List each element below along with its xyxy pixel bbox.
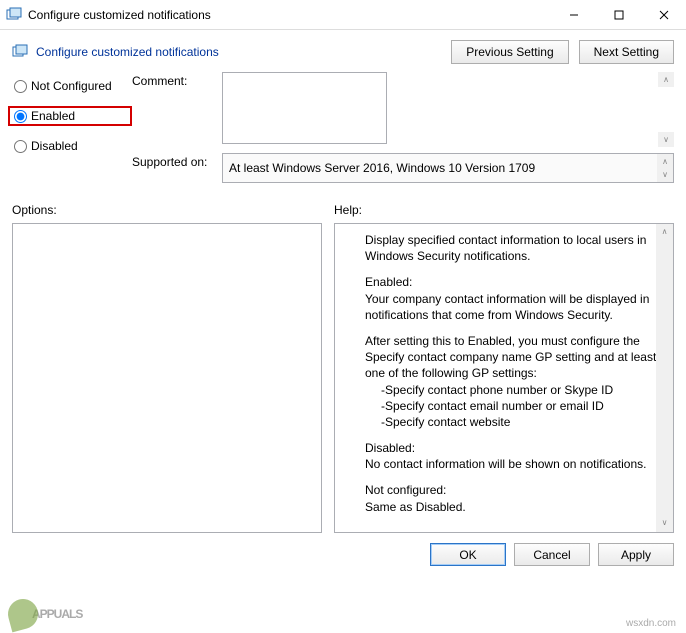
supported-label: Supported on: <box>132 153 212 169</box>
setting-header: Configure customized notifications Previ… <box>0 30 686 72</box>
radio-enabled[interactable]: Enabled <box>8 106 132 126</box>
scroll-up-icon[interactable]: ∧ <box>658 72 674 87</box>
help-disabled-title: Disabled: <box>345 440 663 456</box>
radio-not-configured-input[interactable] <box>14 80 27 93</box>
state-radio-group: Not Configured Enabled Disabled <box>12 72 132 166</box>
setting-title: Configure customized notifications <box>36 45 441 59</box>
scroll-up-icon[interactable]: ∧ <box>656 224 673 241</box>
help-enabled-text: Your company contact information will be… <box>345 291 663 323</box>
comment-label: Comment: <box>132 72 212 88</box>
titlebar: Configure customized notifications <box>0 0 686 30</box>
help-intro: Display specified contact information to… <box>345 232 663 264</box>
radio-disabled-label: Disabled <box>31 139 78 153</box>
help-setting-email: -Specify contact email number or email I… <box>345 398 663 414</box>
radio-disabled-input[interactable] <box>14 140 27 153</box>
radio-enabled-input[interactable] <box>14 110 27 123</box>
apply-button[interactable]: Apply <box>598 543 674 566</box>
comment-input[interactable] <box>222 72 387 144</box>
scroll-down-icon[interactable]: ∨ <box>657 167 673 182</box>
cancel-button[interactable]: Cancel <box>514 543 590 566</box>
scroll-down-icon[interactable]: ∨ <box>658 132 674 147</box>
radio-enabled-label: Enabled <box>31 109 75 123</box>
maximize-button[interactable] <box>596 0 641 30</box>
options-panel <box>12 223 322 533</box>
minimize-button[interactable] <box>551 0 596 30</box>
radio-not-configured[interactable]: Not Configured <box>12 76 132 96</box>
app-icon <box>6 7 22 23</box>
help-notconfigured-title: Not configured: <box>345 482 663 498</box>
help-setting-website: -Specify contact website <box>345 414 663 430</box>
radio-disabled[interactable]: Disabled <box>12 136 132 156</box>
ok-button[interactable]: OK <box>430 543 506 566</box>
next-setting-button[interactable]: Next Setting <box>579 40 674 64</box>
help-scrollbar[interactable]: ∧ ∨ <box>656 224 673 532</box>
help-enabled-title: Enabled: <box>345 274 663 290</box>
help-panel: Display specified contact information to… <box>334 223 674 533</box>
dialog-buttons: OK Cancel Apply <box>0 533 686 576</box>
help-setting-phone: -Specify contact phone number or Skype I… <box>345 382 663 398</box>
scroll-down-icon[interactable]: ∨ <box>656 515 673 532</box>
help-disabled-text: No contact information will be shown on … <box>345 456 663 472</box>
help-label: Help: <box>334 203 674 217</box>
help-configure-text: After setting this to Enabled, you must … <box>345 333 663 382</box>
supported-on-value: At least Windows Server 2016, Windows 10… <box>229 161 535 175</box>
window-title: Configure customized notifications <box>28 8 551 22</box>
setting-icon <box>12 44 28 60</box>
watermark-brand: APPUALS <box>8 599 82 629</box>
close-button[interactable] <box>641 0 686 30</box>
watermark-text: PPUALS <box>40 607 83 621</box>
help-notconfigured-text: Same as Disabled. <box>345 499 663 515</box>
supported-on-field: At least Windows Server 2016, Windows 10… <box>222 153 674 183</box>
radio-not-configured-label: Not Configured <box>31 79 112 93</box>
options-label: Options: <box>12 203 322 217</box>
watermark-logo-icon <box>5 596 42 633</box>
previous-setting-button[interactable]: Previous Setting <box>451 40 568 64</box>
watermark-source: wsxdn.com <box>626 618 676 629</box>
